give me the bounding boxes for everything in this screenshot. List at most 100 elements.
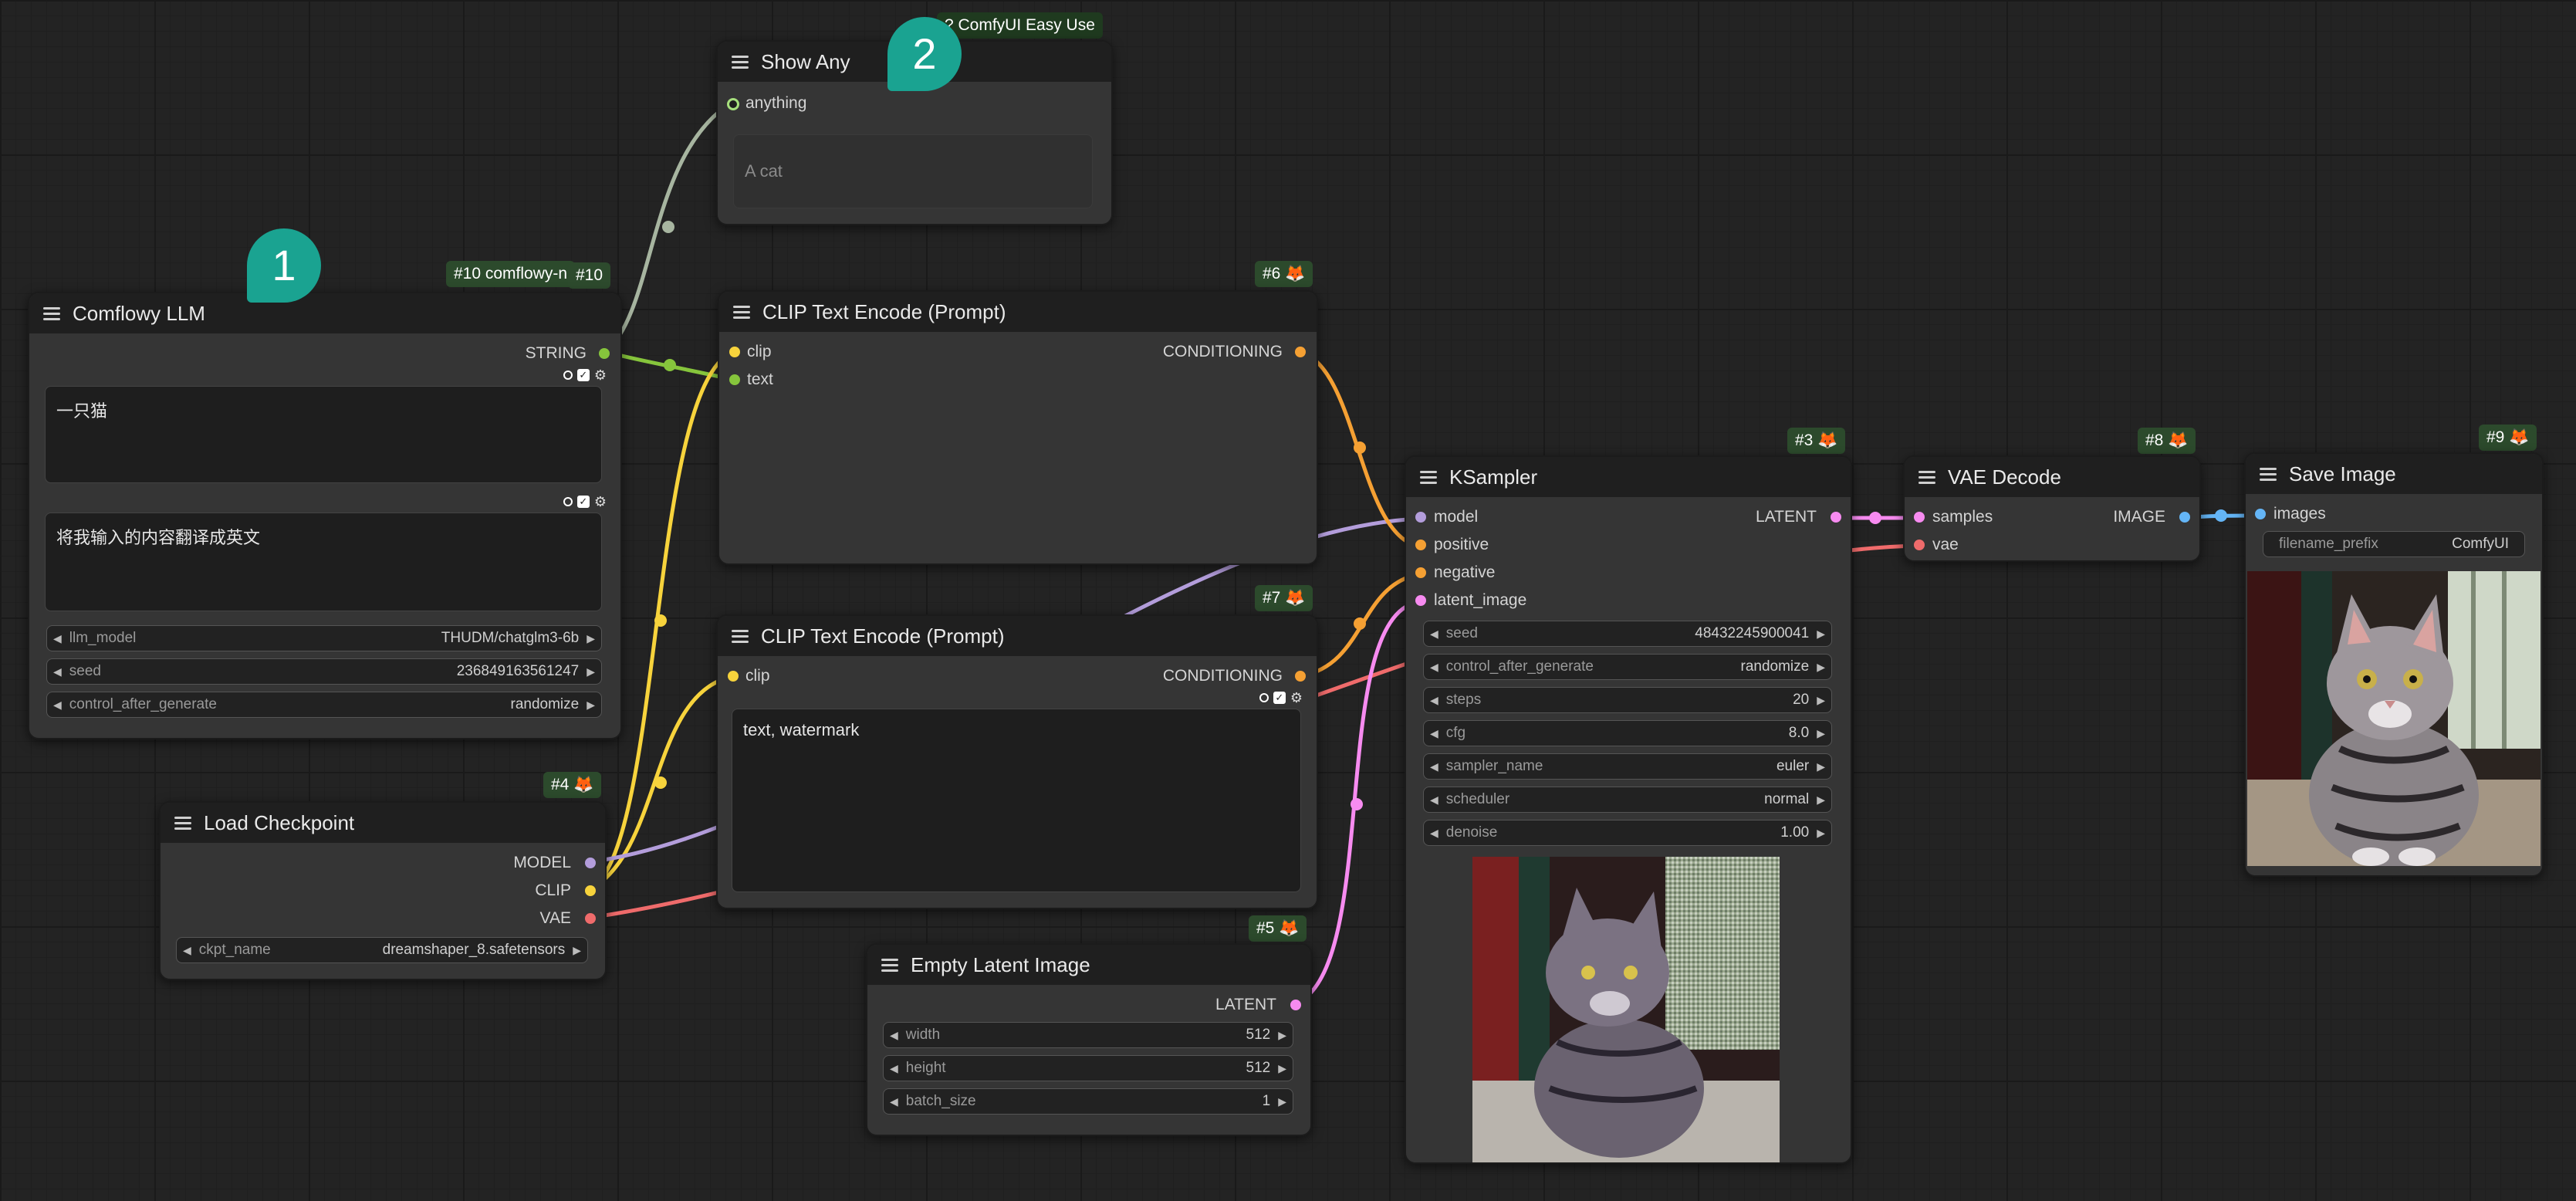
widget-ckpt-name[interactable]: ◀ ckpt_name dreamshaper_8.safetensors ▶ [176,937,588,963]
node-load-checkpoint[interactable]: Load Checkpoint MODEL CLIP VAE ◀ ckpt_na… [159,801,607,980]
input-dot-images[interactable] [2255,509,2266,519]
widget-scheduler[interactable]: ◀ scheduler normal ▶ [1423,787,1832,813]
input-dot-negative[interactable] [1415,567,1426,578]
output-dot-vae[interactable] [585,913,596,924]
arrow-left-icon[interactable]: ◀ [53,632,62,645]
widget-control-after-generate[interactable]: ◀ control_after_generate randomize ▶ [46,692,602,718]
menu-icon[interactable] [2260,465,2277,484]
input-dot-clip[interactable] [729,347,740,357]
node-header[interactable]: KSampler [1406,457,1851,497]
arrow-right-icon[interactable]: ▶ [1817,727,1825,740]
widget-cfg[interactable]: ◀ cfg 8.0 ▶ [1423,720,1832,746]
arrow-left-icon[interactable]: ◀ [1430,628,1438,641]
node-header[interactable]: Empty Latent Image [867,945,1310,985]
input-dot-anything[interactable] [727,98,739,110]
arrow-left-icon[interactable]: ◀ [890,1062,898,1075]
node-clip-text-encode-negative[interactable]: CLIP Text Encode (Prompt) clip CONDITION… [716,614,1318,909]
arrow-left-icon[interactable]: ◀ [1430,760,1438,773]
node-header[interactable]: Comflowy LLM [29,293,620,333]
arrow-right-icon[interactable]: ▶ [1817,760,1825,773]
settings-icon[interactable]: ⚙ [594,495,607,509]
widget-batch-size[interactable]: ◀ batch_size 1 ▶ [883,1088,1293,1115]
input-dot-vae[interactable] [1914,540,1925,550]
input-dot-samples[interactable] [1914,512,1925,523]
circle-icon[interactable] [1259,693,1269,702]
widget-llm-model[interactable]: ◀ llm_model THUDM/chatglm3-6b ▶ [46,625,602,651]
arrow-right-icon[interactable]: ▶ [1817,628,1825,641]
widget-filename-prefix[interactable]: filename_prefix ComfyUI [2263,531,2525,557]
node-vae-decode[interactable]: VAE Decode samples vae IMAGE [1903,455,2201,562]
arrow-right-icon[interactable]: ▶ [1817,793,1825,807]
node-clip-text-encode-positive[interactable]: CLIP Text Encode (Prompt) clip text COND… [718,290,1318,565]
widget-width[interactable]: ◀ width 512 ▶ [883,1022,1293,1048]
output-dot-image[interactable] [2179,512,2190,523]
arrow-left-icon[interactable]: ◀ [1430,694,1438,707]
circle-icon[interactable] [563,497,573,506]
widget-height[interactable]: ◀ height 512 ▶ [883,1055,1293,1081]
menu-icon[interactable] [1420,468,1437,487]
node-empty-latent-image[interactable]: Empty Latent Image LATENT ◀ width 512 ▶ … [866,943,1312,1136]
node-header[interactable]: VAE Decode [1905,457,2199,497]
widget-steps[interactable]: ◀ steps 20 ▶ [1423,687,1832,713]
arrow-left-icon[interactable]: ◀ [890,1029,898,1042]
output-dot-clip[interactable] [585,885,596,896]
node-comflowy-llm[interactable]: Comflowy LLM STRING ✓ ⚙ 一只猫 ✓ ⚙ 将我输入的内容翻… [28,292,622,739]
widget-seed[interactable]: ◀ seed 48432245900041 ▶ [1423,621,1832,647]
input-dot-model[interactable] [1415,512,1426,523]
arrow-right-icon[interactable]: ▶ [1278,1029,1286,1042]
arrow-right-icon[interactable]: ▶ [573,944,581,957]
output-dot-latent[interactable] [1290,1000,1301,1010]
arrow-right-icon[interactable]: ▶ [1278,1062,1286,1075]
widget-control-after-generate[interactable]: ◀ control_after_generate randomize ▶ [1423,654,1832,680]
output-dot-latent[interactable] [1831,512,1841,523]
arrow-right-icon[interactable]: ▶ [1278,1095,1286,1108]
input-dot-clip[interactable] [728,671,739,682]
checkbox-icon[interactable]: ✓ [576,496,590,508]
output-dot-string[interactable] [599,348,610,359]
widget-seed[interactable]: ◀ seed 236849163561247 ▶ [46,658,602,685]
node-ksampler[interactable]: KSampler model positive negative latent_… [1405,455,1852,1164]
arrow-left-icon[interactable]: ◀ [183,944,191,957]
input-dot-latent-image[interactable] [1415,595,1426,606]
node-header[interactable]: Save Image [2246,454,2542,494]
checkbox-icon[interactable]: ✓ [1273,692,1286,704]
checkbox-icon[interactable]: ✓ [576,369,590,381]
menu-icon[interactable] [174,814,191,833]
output-dot-model[interactable] [585,858,596,868]
menu-icon[interactable] [881,956,898,975]
arrow-left-icon[interactable]: ◀ [53,665,62,678]
circle-icon[interactable] [563,370,573,380]
arrow-right-icon[interactable]: ▶ [1817,661,1825,674]
arrow-left-icon[interactable]: ◀ [1430,827,1438,840]
node-header[interactable]: Load Checkpoint [161,803,605,843]
widget-denoise[interactable]: ◀ denoise 1.00 ▶ [1423,820,1832,846]
node-save-image[interactable]: Save Image images filename_prefix ComfyU… [2244,452,2544,877]
node-header[interactable]: CLIP Text Encode (Prompt) [718,616,1317,656]
arrow-right-icon[interactable]: ▶ [587,665,595,678]
input-dot-text[interactable] [729,374,740,385]
widget-sampler-name[interactable]: ◀ sampler_name euler ▶ [1423,753,1832,780]
arrow-left-icon[interactable]: ◀ [53,699,62,712]
menu-icon[interactable] [732,627,749,646]
node-header[interactable]: CLIP Text Encode (Prompt) [719,292,1317,332]
arrow-left-icon[interactable]: ◀ [1430,661,1438,674]
input-dot-positive[interactable] [1415,540,1426,550]
arrow-left-icon[interactable]: ◀ [890,1095,898,1108]
arrow-left-icon[interactable]: ◀ [1430,727,1438,740]
instruction-textarea[interactable]: 将我输入的内容翻译成英文 [45,513,602,611]
negative-prompt-textarea[interactable]: text, watermark [732,709,1301,892]
output-dot-conditioning[interactable] [1295,347,1306,357]
arrow-right-icon[interactable]: ▶ [1817,694,1825,707]
settings-icon[interactable]: ⚙ [594,368,607,382]
output-dot-conditioning[interactable] [1295,671,1306,682]
menu-icon[interactable] [43,304,60,323]
menu-icon[interactable] [733,303,750,322]
arrow-right-icon[interactable]: ▶ [1817,827,1825,840]
prompt-textarea[interactable]: 一只猫 [45,386,602,483]
arrow-left-icon[interactable]: ◀ [1430,793,1438,807]
arrow-right-icon[interactable]: ▶ [587,632,595,645]
menu-icon[interactable] [1918,468,1935,487]
arrow-right-icon[interactable]: ▶ [587,699,595,712]
settings-icon[interactable]: ⚙ [1290,691,1303,705]
menu-icon[interactable] [732,52,749,72]
